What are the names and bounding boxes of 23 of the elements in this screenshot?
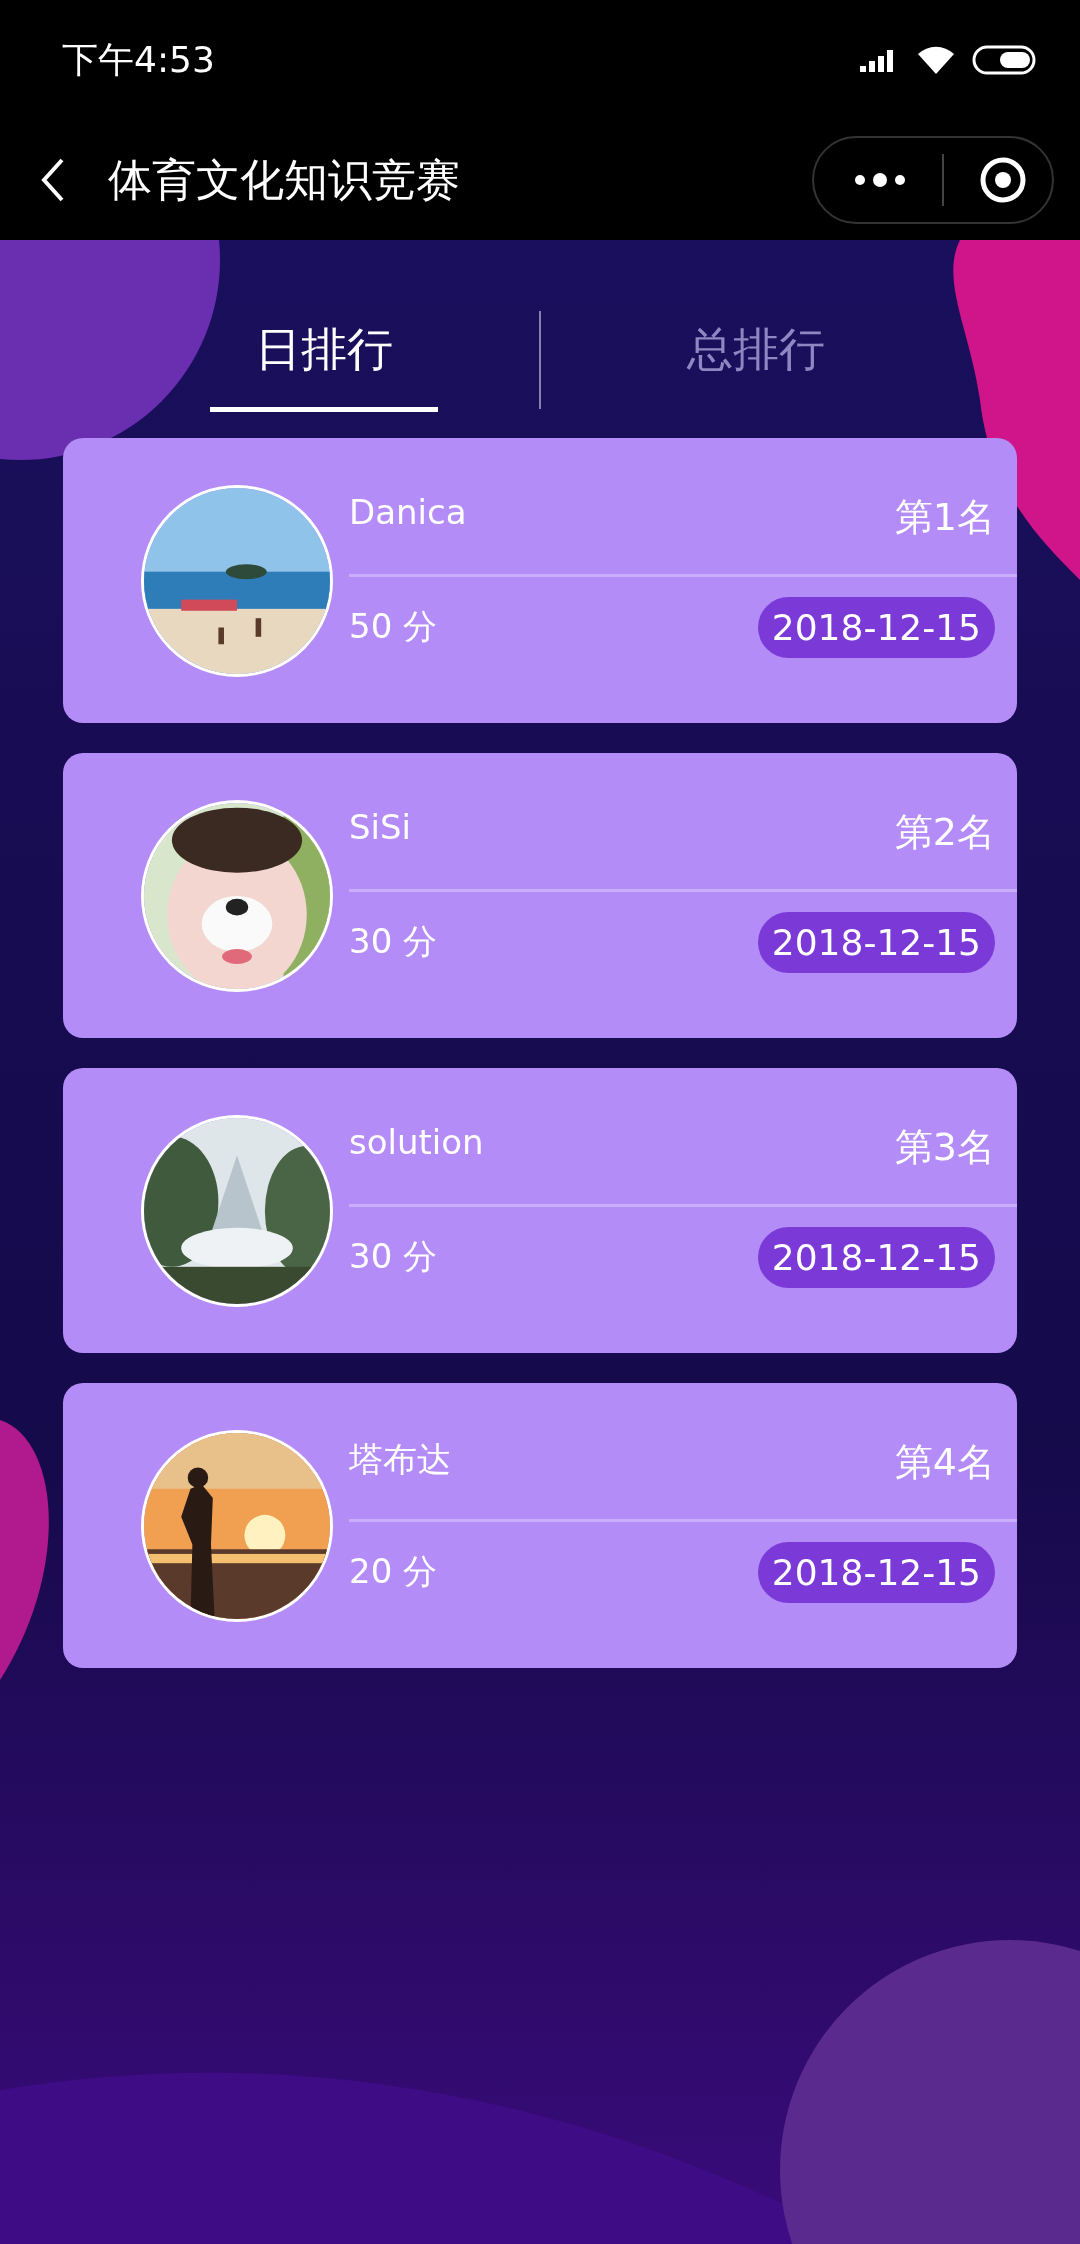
more-icon[interactable]	[852, 172, 908, 188]
score-label: 50 分	[349, 605, 438, 648]
rank-label: 第4名	[894, 1439, 995, 1486]
score-label: 30 分	[349, 920, 438, 963]
close-icon[interactable]	[978, 155, 1028, 205]
score-label: 30 分	[349, 1235, 438, 1278]
wifi-icon	[916, 44, 956, 76]
player-name: solution	[349, 1122, 484, 1162]
date-badge: 2018-12-15	[757, 1541, 995, 1603]
tab[interactable]: 总排行	[642, 308, 870, 412]
rank-label: 第3名	[894, 1124, 995, 1171]
tab[interactable]: 日排行	[210, 308, 438, 412]
date-badge: 2018-12-15	[757, 1226, 995, 1288]
player-name: 塔布达	[349, 1438, 451, 1481]
score-label: 20 分	[349, 1550, 438, 1593]
page-title: 体育文化知识竞赛	[108, 152, 461, 207]
date-badge: 2018-12-15	[757, 596, 995, 658]
date-badge: 2018-12-15	[757, 911, 995, 973]
rank-label: 第1名	[894, 494, 995, 541]
player-name: Danica	[349, 492, 467, 532]
status-time: 下午4:53	[62, 37, 215, 82]
player-name: SiSi	[349, 807, 412, 847]
rank-label: 第2名	[894, 809, 995, 856]
